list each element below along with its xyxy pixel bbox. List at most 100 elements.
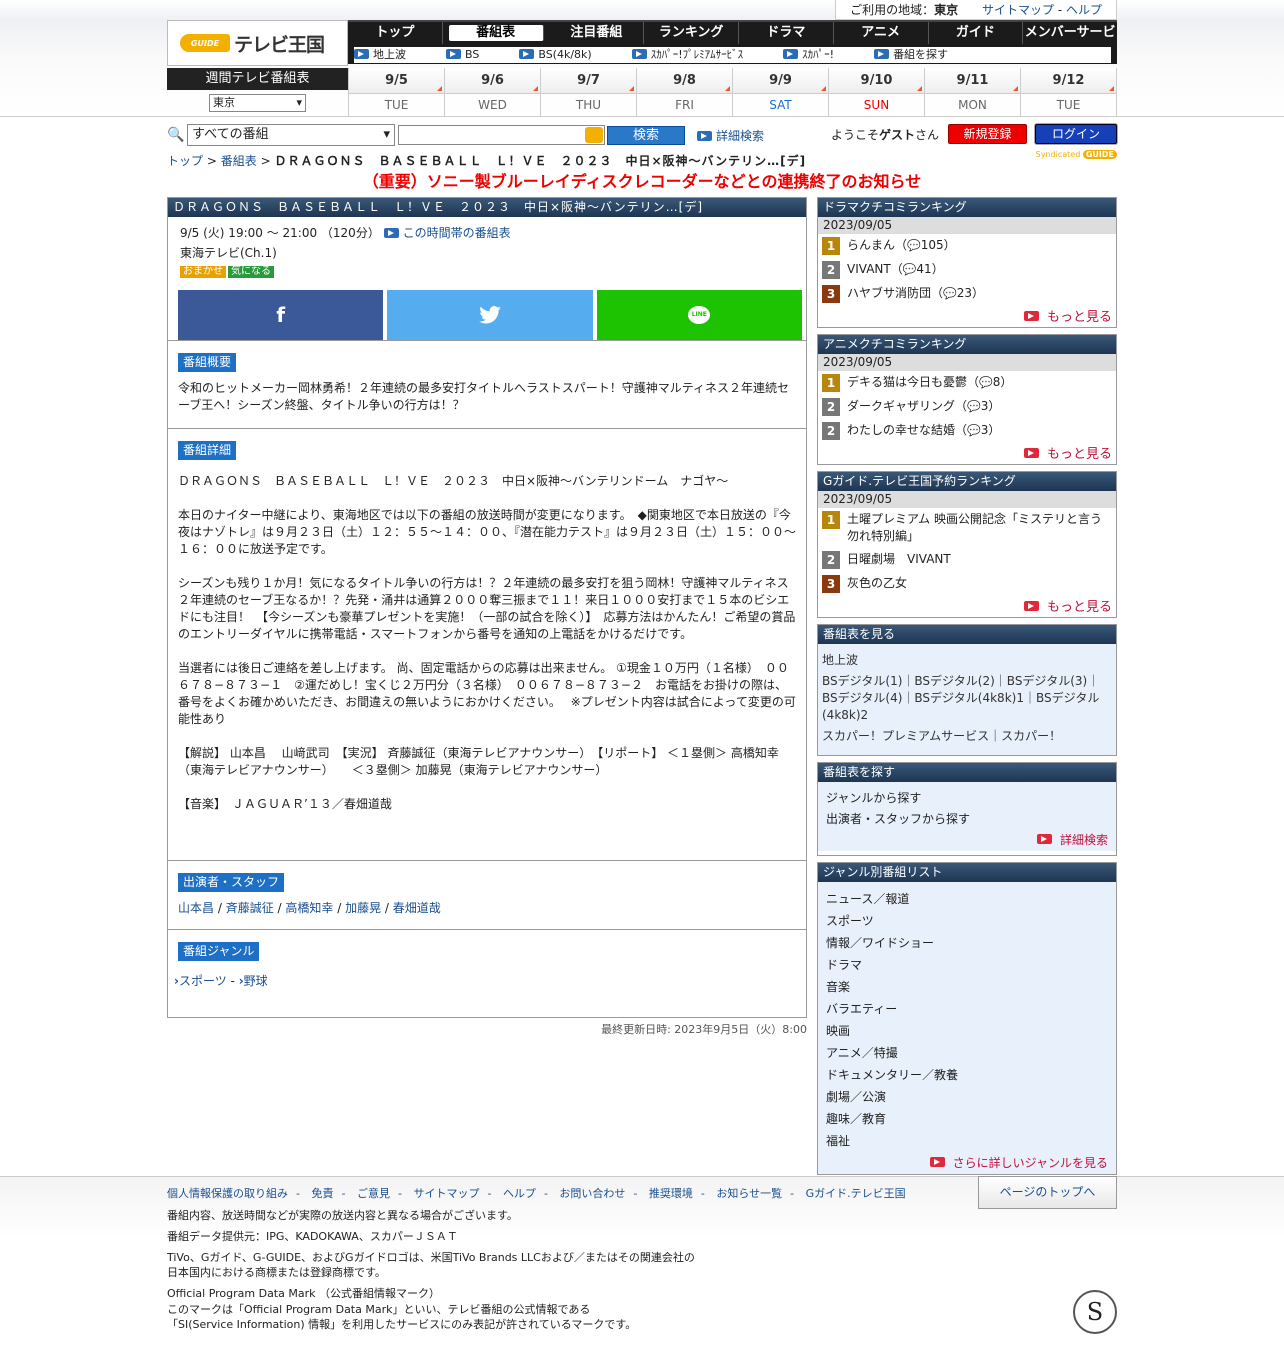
- omakase-badge[interactable]: おまかせ: [180, 266, 226, 278]
- genre-item[interactable]: アニメ／特撮: [826, 1044, 1108, 1062]
- back-to-top-button[interactable]: ページのトップへ: [978, 1176, 1117, 1209]
- nav-guide-help[interactable]: ガイド: [929, 22, 1024, 44]
- date-tab[interactable]: 9/6 WED: [444, 68, 540, 116]
- subnav-bs[interactable]: BS: [446, 47, 499, 63]
- channel: 東海テレビ(Ch.1): [180, 246, 277, 260]
- nav-top[interactable]: トップ: [348, 22, 443, 44]
- search-button[interactable]: 検索: [607, 126, 685, 145]
- category-select[interactable]: すべての番組: [187, 124, 395, 146]
- find-by-cast[interactable]: 出演者・スタッフから探す: [826, 811, 1112, 828]
- find-by-genre[interactable]: ジャンルから探す: [826, 790, 1112, 807]
- date-tab[interactable]: 9/7 THU: [540, 68, 636, 116]
- subnav-search[interactable]: 番組を探す: [874, 47, 968, 63]
- genre-link-sports[interactable]: ›スポーツ: [174, 974, 227, 988]
- ranking-item[interactable]: 2 VIVANT（ 💬 41）: [818, 258, 1116, 282]
- genre-item[interactable]: ドキュメンタリー／教養: [826, 1066, 1108, 1084]
- date-tab[interactable]: 9/11 MON: [924, 68, 1020, 116]
- anime-ranking: アニメクチコミランキング 2023/09/05 1 デキる猫は今日も憂鬱（ 💬 8） …: [817, 334, 1117, 465]
- nav-member[interactable]: メンバーサービス: [1023, 22, 1117, 62]
- genre-item[interactable]: ニュース／報道: [826, 890, 1108, 908]
- help-link[interactable]: ヘルプ: [1066, 3, 1102, 17]
- date-tab[interactable]: 9/5 TUE: [348, 68, 444, 116]
- ranking-item[interactable]: 2 ダークギャザリング（ 💬 3）: [818, 395, 1116, 419]
- footer-link[interactable]: 推奨環境: [649, 1187, 693, 1200]
- footer-link[interactable]: ご意見: [357, 1187, 390, 1200]
- site-logo[interactable]: GUIDE テレビ王国: [167, 20, 348, 66]
- twitter-share-button[interactable]: [387, 290, 593, 340]
- drama-ranking-title: ドラマクチコミランキング: [818, 198, 1116, 217]
- nav-ranking[interactable]: ランキング: [644, 22, 739, 44]
- footer-link[interactable]: お知らせ一覧: [716, 1187, 782, 1200]
- anime-more-link[interactable]: もっと見る: [818, 443, 1116, 464]
- ranking-item[interactable]: 1 土曜プレミアム 映画公開記念「ミステリと言う勿れ特別編」: [818, 508, 1116, 548]
- official-program-data-mark-icon: S: [1073, 1290, 1117, 1334]
- genre-item[interactable]: 音楽: [826, 978, 1108, 996]
- genre-item[interactable]: スポーツ: [826, 912, 1108, 930]
- reserve-more-link[interactable]: もっと見る: [818, 596, 1116, 617]
- subnav-skyperfect-premium[interactable]: ｽｶﾊﾟｰ!ﾌﾟﾚﾐｱﾑｻｰﾋﾞｽ: [631, 47, 763, 63]
- area-select[interactable]: 東京: [209, 94, 306, 112]
- nav-drama[interactable]: ドラマ: [739, 22, 834, 44]
- footer-link[interactable]: ヘルプ: [503, 1187, 536, 1200]
- ranking-item[interactable]: 3 灰色の乙女: [818, 572, 1116, 596]
- date-tab[interactable]: 9/8 FRI: [636, 68, 732, 116]
- find-advanced-link[interactable]: 詳細検索: [822, 832, 1112, 851]
- ranking-item[interactable]: 1 デキる猫は今日も憂鬱（ 💬 8）: [818, 371, 1116, 395]
- login-button[interactable]: ログイン: [1035, 124, 1117, 144]
- footer-link[interactable]: お問い合わせ: [559, 1187, 625, 1200]
- gguide-search-icon[interactable]: [585, 127, 603, 143]
- line-share-button[interactable]: LINE: [596, 290, 802, 340]
- nav-guide[interactable]: 番組表: [448, 25, 544, 41]
- search-input[interactable]: [398, 125, 605, 145]
- crumb-guide[interactable]: 番組表: [221, 154, 257, 168]
- sitemap-link[interactable]: サイトマップ: [982, 3, 1054, 17]
- date-tab[interactable]: 9/10 SUN: [828, 68, 924, 116]
- footer-link[interactable]: 免責: [311, 1187, 333, 1200]
- subnav-bs4k[interactable]: BS(4k/8k): [519, 47, 611, 63]
- genre-item[interactable]: 福祉: [826, 1132, 1108, 1150]
- cast-link[interactable]: 加藤晃: [345, 901, 381, 915]
- cast-link[interactable]: 斉藤誠征: [226, 901, 274, 915]
- terrestrial-link[interactable]: 地上波: [822, 652, 1112, 669]
- search-icon: 🔍: [167, 127, 185, 143]
- genre-more-link[interactable]: さらに詳しいジャンルを見る: [822, 1154, 1112, 1174]
- bs-links[interactable]: BSデジタル(1)｜BSデジタル(2)｜BSデジタル(3)｜BSデジタル(4)｜…: [822, 673, 1112, 724]
- timeslot-link[interactable]: この時間帯の番組表: [383, 226, 511, 240]
- cast-link[interactable]: 春畑道哉: [393, 901, 441, 915]
- facebook-share-button[interactable]: f: [178, 290, 384, 340]
- detail-section: 番組詳細 ＤＲＡＧＯＮＳ ＢＡＳＥＢＡＬＬ Ｌ！ＶＥ ２０２３ 中日×阪神〜バン…: [168, 428, 806, 860]
- nav-featured[interactable]: 注目番組: [550, 22, 645, 44]
- footer-link[interactable]: 個人情報保護の取り組み: [167, 1187, 288, 1200]
- date-tab[interactable]: 9/12 TUE: [1020, 68, 1117, 116]
- subnav-terrestrial[interactable]: 地上波: [354, 47, 426, 63]
- genre-item[interactable]: バラエティー: [826, 1000, 1108, 1018]
- cast-link[interactable]: 高橋知幸: [285, 901, 333, 915]
- reserve-ranking-title: Gガイド.テレビ王国予約ランキング: [818, 472, 1116, 491]
- ranking-item[interactable]: 3 ハヤブサ消防団（ 💬 23）: [818, 282, 1116, 306]
- footer-link[interactable]: Gガイド.テレビ王国: [806, 1187, 906, 1200]
- drama-more-link[interactable]: もっと見る: [818, 306, 1116, 327]
- ranking-item[interactable]: 1 らんまん（ 💬 105）: [818, 234, 1116, 258]
- cast-link[interactable]: 山本昌: [178, 901, 214, 915]
- genre-list-box: ジャンル別番組リスト ニュース／報道 スポーツ 情報／ワイドショー ドラマ 音楽…: [817, 862, 1117, 1175]
- skyperfect-links[interactable]: スカパー！プレミアムサービス｜スカパー！: [822, 728, 1112, 745]
- crumb-current: ＤＲＡＧＯＮＳ ＢＡＳＥＢＡＬＬ Ｌ！ＶＥ ２０２３ 中日×阪神〜バンテリン…[…: [274, 154, 807, 168]
- subnav-skyperfect[interactable]: ｽｶﾊﾟｰ!: [783, 47, 854, 63]
- arrow-icon: [354, 49, 369, 59]
- ranking-item[interactable]: 2 日曜劇場 VIVANT: [818, 548, 1116, 572]
- genre-link-baseball[interactable]: ›野球: [239, 974, 268, 988]
- genre-item[interactable]: 趣味／教育: [826, 1110, 1108, 1128]
- nav-anime[interactable]: アニメ: [834, 22, 929, 44]
- kininaru-badge[interactable]: 気になる: [228, 266, 274, 278]
- genre-item[interactable]: 映画: [826, 1022, 1108, 1040]
- advanced-search-link[interactable]: 詳細検索: [697, 127, 764, 144]
- ranking-item[interactable]: 2 わたしの幸せな結婚（ 💬 3）: [818, 419, 1116, 443]
- crumb-top[interactable]: トップ: [167, 154, 203, 168]
- register-button[interactable]: 新規登録: [948, 124, 1027, 144]
- footer-link[interactable]: サイトマップ: [413, 1187, 479, 1200]
- genre-item[interactable]: 劇場／公演: [826, 1088, 1108, 1106]
- genre-item[interactable]: ドラマ: [826, 956, 1108, 974]
- important-notice[interactable]: （重要）ソニー製ブルーレイディスクレコーダーなどとの連携終了のお知らせ: [167, 168, 1117, 192]
- genre-item[interactable]: 情報／ワイドショー: [826, 934, 1108, 952]
- date-tab[interactable]: 9/9 SAT: [732, 68, 828, 116]
